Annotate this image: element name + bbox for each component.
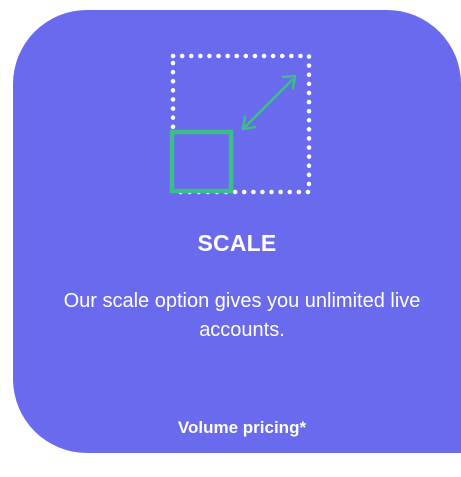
plan-description: Our scale option gives you unlimited liv… bbox=[63, 290, 421, 341]
pricing-label[interactable]: Volume pricing* bbox=[13, 418, 461, 438]
plan-title: SCALE bbox=[197, 230, 277, 256]
scale-plan-card: SCALE Our scale option gives you unlimit… bbox=[13, 10, 461, 453]
scale-up-icon bbox=[169, 53, 312, 195]
